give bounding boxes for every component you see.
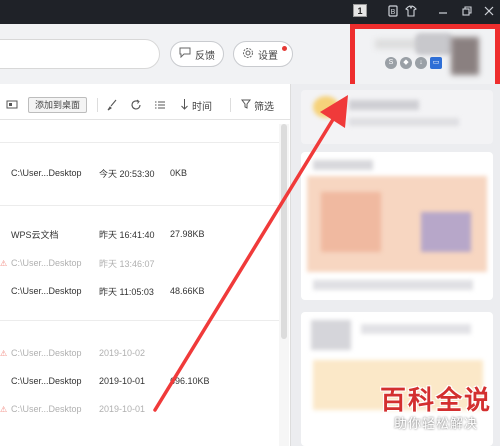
toolbar-divider (97, 98, 98, 112)
sort-arrow-icon (180, 98, 189, 113)
file-toolbar: 添加到桌面 时间 筛选 (0, 92, 290, 120)
toolbar-divider (230, 98, 231, 112)
chat-bubble-icon (179, 47, 191, 61)
file-size: 696.10KB (170, 376, 210, 386)
svg-text:B: B (391, 9, 396, 16)
file-time: 2019-10-01 (99, 376, 146, 386)
settings-notification-dot (282, 46, 287, 51)
file-size: 48.66KB (170, 286, 205, 296)
filter-icon (241, 99, 251, 112)
table-row[interactable]: C:\User...Desktop 昨天 11:05:03 48.66KB (0, 281, 280, 301)
download-icon[interactable]: ↓ (415, 57, 427, 69)
watermark-logo: 百科全说 助你轻松解决 (372, 386, 500, 446)
file-time: 昨天 11:05:03 (99, 286, 154, 297)
settings-button[interactable]: 设置 (233, 41, 293, 67)
account-info-blurred (415, 33, 453, 55)
filter-button[interactable]: 筛选 (241, 96, 274, 114)
file-time: 2019-10-01 (99, 404, 146, 414)
file-time: 昨天 16:41:40 (99, 229, 155, 240)
coin-icon[interactable]: S (385, 57, 397, 69)
table-row[interactable]: ⚠ C:\User...Desktop 2019-10-02 (0, 343, 280, 363)
sort-by-time-label: 时间 (192, 101, 212, 113)
list-view-icon[interactable] (154, 96, 166, 114)
watermark-title: 百科全说 (379, 386, 492, 416)
minimize-icon[interactable] (436, 5, 450, 19)
file-path: C:\User...Desktop (11, 286, 82, 296)
promo-image-detail (321, 192, 381, 252)
avatar[interactable] (451, 37, 479, 75)
brush-icon[interactable] (106, 96, 118, 114)
add-to-desktop-label: 添加到桌面 (28, 97, 88, 113)
file-path: C:\User...Desktop (11, 376, 82, 386)
account-badges: S ◆ ↓ ▭ (385, 57, 442, 69)
desktop-icon[interactable] (6, 96, 18, 114)
file-time: 2019-10-02 (99, 348, 146, 358)
sort-by-time-button[interactable]: 时间 (180, 96, 212, 114)
filter-label: 筛选 (254, 101, 274, 113)
table-row[interactable]: C:\User...Desktop 2019-10-01 696.10KB (0, 371, 280, 391)
add-to-desktop-button[interactable]: 添加到桌面 (28, 96, 88, 114)
recent-files-panel: 添加到桌面 时间 筛选 C:\User...Desktop 今天 20:53:3… (0, 84, 290, 446)
skin-icon[interactable]: B (386, 5, 400, 19)
promo-image (311, 320, 351, 350)
table-row[interactable]: ⚠ C:\User...Desktop 2019-10-01 (0, 399, 280, 419)
close-icon[interactable] (482, 5, 496, 19)
file-size: 0KB (170, 168, 188, 178)
gear-icon (242, 47, 254, 62)
promo-image (313, 96, 339, 118)
row-divider (0, 205, 280, 206)
table-row[interactable]: ⚠ C:\User...Desktop 昨天 13:46:07 (0, 253, 280, 273)
promo-text-blurred (349, 100, 419, 110)
settings-label: 设置 (258, 50, 278, 62)
warning-icon: ⚠ (0, 258, 8, 268)
title-bar: 1 B (0, 0, 500, 24)
cube-icon[interactable]: ◆ (400, 57, 412, 69)
refresh-icon[interactable] (130, 96, 142, 114)
vip-card-icon[interactable]: ▭ (430, 57, 442, 69)
promo-text-blurred (349, 118, 459, 126)
promo-card[interactable] (301, 90, 493, 144)
table-row[interactable]: C:\User...Desktop 今天 20:53:30 0KB (0, 163, 280, 183)
file-path: C:\User...Desktop (11, 404, 82, 414)
promo-image-detail (421, 212, 471, 252)
promo-text-blurred (313, 280, 473, 290)
promo-card[interactable] (301, 152, 493, 300)
file-time: 今天 20:53:30 (99, 168, 155, 179)
file-path: C:\User...Desktop (11, 258, 82, 268)
promo-text-blurred (313, 160, 373, 170)
restore-icon[interactable] (460, 5, 474, 19)
file-path: C:\User...Desktop (11, 348, 82, 358)
watermark-subtitle: 助你轻松解决 (393, 417, 478, 432)
table-row[interactable]: WPS云文档 昨天 16:41:40 27.98KB (0, 224, 280, 244)
feedback-button[interactable]: 反馈 (170, 41, 224, 67)
row-divider (0, 320, 280, 321)
search-input[interactable] (0, 39, 160, 69)
shirt-icon[interactable] (404, 5, 418, 19)
row-divider (0, 142, 280, 143)
file-path: C:\User...Desktop (11, 168, 82, 178)
promo-text-blurred (361, 324, 471, 334)
notification-count-badge[interactable]: 1 (353, 4, 367, 17)
file-path: WPS云文档 (11, 229, 59, 240)
warning-icon: ⚠ (0, 348, 8, 358)
file-time: 昨天 13:46:07 (99, 258, 155, 269)
feedback-label: 反馈 (195, 50, 215, 62)
scrollbar-thumb[interactable] (281, 124, 287, 339)
warning-icon: ⚠ (0, 404, 8, 414)
scrollbar[interactable] (279, 124, 289, 446)
file-size: 27.98KB (170, 229, 205, 239)
